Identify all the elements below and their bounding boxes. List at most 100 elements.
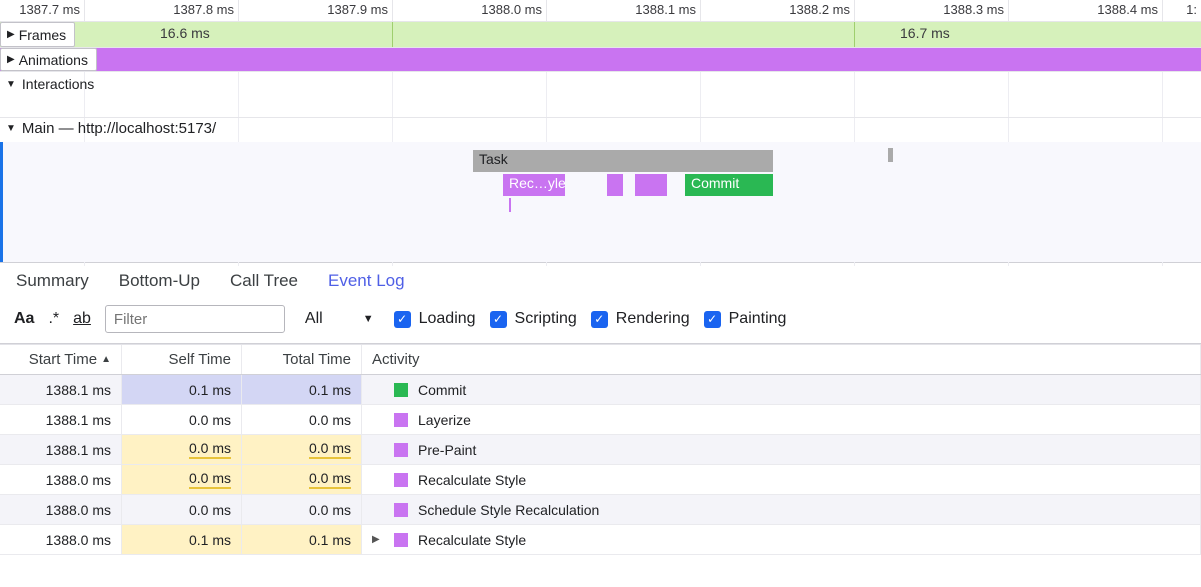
flame-chart[interactable]: Task Rec…yle Commit <box>0 142 1201 262</box>
activity-label: Pre-Paint <box>418 442 476 458</box>
cell-activity: Schedule Style Recalculation <box>362 495 1201 524</box>
cell-start-time: 1388.1 ms <box>0 375 122 404</box>
time-ruler[interactable]: 1387.7 ms1387.8 ms1387.9 ms1388.0 ms1388… <box>0 0 1201 22</box>
col-start-time[interactable]: Start Time▲ <box>0 345 122 374</box>
activity-label: Layerize <box>418 412 471 428</box>
flame-recalc-style[interactable]: Rec…yle <box>503 174 565 196</box>
regex-button[interactable]: .* <box>48 310 59 328</box>
checkmark-icon: ✓ <box>704 311 721 328</box>
details-tabs: Summary Bottom-Up Call Tree Event Log <box>0 263 1201 301</box>
main-track-header[interactable]: ▼ Main — http://localhost:5173/ <box>6 120 216 137</box>
cell-start-time: 1388.1 ms <box>0 435 122 464</box>
animations-label: Animations <box>19 52 88 68</box>
chevron-down-icon: ▼ <box>6 123 16 134</box>
cell-start-time: 1388.0 ms <box>0 465 122 494</box>
animations-track[interactable]: ▶ Animations <box>0 48 1201 72</box>
activity-label: Commit <box>418 382 466 398</box>
cell-total-time: 0.0 ms <box>242 465 362 494</box>
cell-self-time: 0.1 ms <box>122 525 242 554</box>
col-activity[interactable]: Activity <box>362 345 1201 374</box>
frame-divider <box>392 22 393 47</box>
frames-track[interactable]: 16.6 ms 16.7 ms ▶ Frames <box>0 22 1201 48</box>
rendering-checkbox[interactable]: ✓Rendering <box>591 310 690 328</box>
table-row[interactable]: 1388.1 ms0.1 ms0.1 msCommit <box>0 375 1201 405</box>
frame-time-label: 16.6 ms <box>160 25 210 41</box>
event-log-table: Start Time▲ Self Time Total Time Activit… <box>0 344 1201 555</box>
ruler-tick-label: 1388.0 ms <box>481 2 546 17</box>
activity-swatch <box>394 413 408 427</box>
ruler-tick <box>1008 0 1009 21</box>
col-self-time[interactable]: Self Time <box>122 345 242 374</box>
filter-input[interactable] <box>105 305 285 333</box>
table-row[interactable]: 1388.0 ms0.0 ms0.0 msSchedule Style Reca… <box>0 495 1201 525</box>
checkmark-icon: ✓ <box>490 311 507 328</box>
animations-header[interactable]: ▶ Animations <box>0 48 97 71</box>
ruler-tick <box>392 0 393 21</box>
whole-word-button[interactable]: ab <box>73 310 91 328</box>
table-row[interactable]: 1388.0 ms0.1 ms0.1 ms▶Recalculate Style <box>0 525 1201 555</box>
scope-select[interactable]: All ▼ <box>299 305 380 333</box>
ruler-tick <box>854 0 855 21</box>
frames-header[interactable]: ▶ Frames <box>0 22 75 47</box>
tab-bottom-up[interactable]: Bottom-Up <box>119 271 200 291</box>
col-total-time[interactable]: Total Time <box>242 345 362 374</box>
scope-select-label: All <box>305 310 323 328</box>
flame-purple-small-2[interactable] <box>635 174 667 196</box>
cell-activity: Commit <box>362 375 1201 404</box>
activity-label: Recalculate Style <box>418 532 526 548</box>
ruler-tick-label: 1: <box>1186 2 1201 17</box>
cell-self-time: 0.0 ms <box>122 405 242 434</box>
interactions-track[interactable]: ▼ Interactions <box>0 72 1201 118</box>
cell-total-time: 0.0 ms <box>242 495 362 524</box>
tab-event-log[interactable]: Event Log <box>328 271 405 291</box>
ruler-tick <box>546 0 547 21</box>
chevron-right-icon: ▶ <box>7 29 15 40</box>
match-case-button[interactable]: Aa <box>14 310 34 328</box>
ruler-tick-label: 1388.1 ms <box>635 2 700 17</box>
flame-commit[interactable]: Commit <box>685 174 773 196</box>
cell-self-time: 0.0 ms <box>122 465 242 494</box>
flame-selection-marker <box>888 148 893 162</box>
interactions-label: Interactions <box>22 76 94 92</box>
details-panel: Summary Bottom-Up Call Tree Event Log Aa… <box>0 262 1201 555</box>
ruler-tick <box>238 0 239 21</box>
main-label: Main — http://localhost:5173/ <box>22 120 216 137</box>
ruler-tick <box>84 0 85 21</box>
animations-background <box>0 48 1201 71</box>
activity-swatch <box>394 533 408 547</box>
cell-start-time: 1388.1 ms <box>0 405 122 434</box>
loading-checkbox[interactable]: ✓Loading <box>394 310 476 328</box>
scripting-checkbox[interactable]: ✓Scripting <box>490 310 577 328</box>
ruler-tick <box>1162 0 1163 21</box>
painting-checkbox[interactable]: ✓Painting <box>704 310 787 328</box>
frame-divider <box>854 22 855 47</box>
ruler-tick-label: 1387.9 ms <box>327 2 392 17</box>
activity-swatch <box>394 503 408 517</box>
timeline[interactable]: 1387.7 ms1387.8 ms1387.9 ms1388.0 ms1388… <box>0 0 1201 262</box>
flame-purple-small-1[interactable] <box>607 174 623 196</box>
main-track-header-row[interactable]: ▼ Main — http://localhost:5173/ <box>0 118 1201 142</box>
interactions-header[interactable]: ▼ Interactions <box>6 76 94 92</box>
cell-total-time: 0.0 ms <box>242 435 362 464</box>
cell-activity: Recalculate Style <box>362 465 1201 494</box>
ruler-tick-label: 1388.4 ms <box>1097 2 1162 17</box>
expand-icon[interactable]: ▶ <box>372 534 384 545</box>
tab-call-tree[interactable]: Call Tree <box>230 271 298 291</box>
cell-activity: Layerize <box>362 405 1201 434</box>
chevron-down-icon: ▼ <box>363 313 374 325</box>
tab-summary[interactable]: Summary <box>16 271 89 291</box>
frame-time-label: 16.7 ms <box>900 25 950 41</box>
flame-task[interactable]: Task <box>473 150 773 172</box>
cell-self-time: 0.0 ms <box>122 435 242 464</box>
table-row[interactable]: 1388.0 ms0.0 ms0.0 msRecalculate Style <box>0 465 1201 495</box>
ruler-tick-label: 1388.2 ms <box>789 2 854 17</box>
ruler-tick-label: 1387.7 ms <box>19 2 84 17</box>
frames-label: Frames <box>19 27 66 43</box>
sort-asc-icon: ▲ <box>101 354 111 365</box>
cell-start-time: 1388.0 ms <box>0 525 122 554</box>
table-row[interactable]: 1388.1 ms0.0 ms0.0 msPre-Paint <box>0 435 1201 465</box>
table-row[interactable]: 1388.1 ms0.0 ms0.0 msLayerize <box>0 405 1201 435</box>
ruler-tick <box>700 0 701 21</box>
activity-label: Schedule Style Recalculation <box>418 502 599 518</box>
activity-label: Recalculate Style <box>418 472 526 488</box>
